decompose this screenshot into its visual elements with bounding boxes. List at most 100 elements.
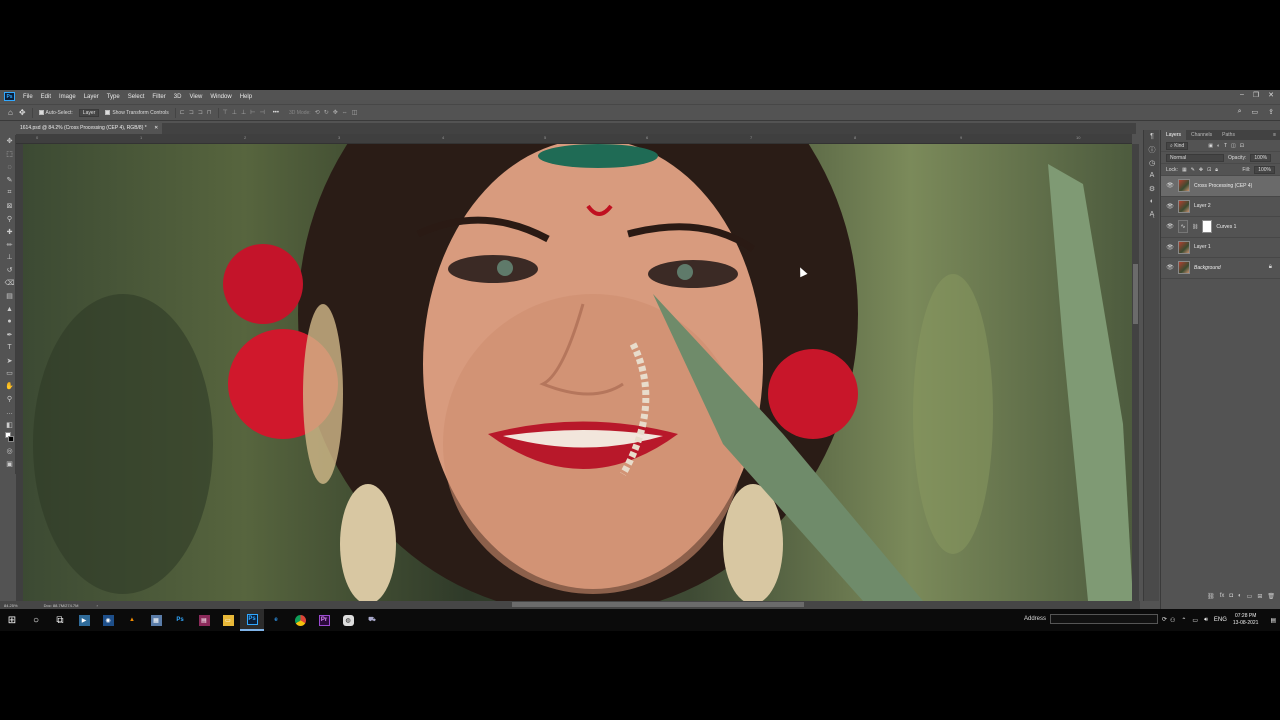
lock-artboard-icon[interactable]: ⊡ <box>1207 167 1211 173</box>
restore-button[interactable]: ❐ <box>1253 91 1259 99</box>
people-icon[interactable]: ⚇ <box>1170 617 1175 624</box>
align-right-icon[interactable]: ⊐ <box>198 109 203 116</box>
type-tool-icon[interactable]: T <box>3 341 16 354</box>
3d-scale-icon[interactable]: ◫ <box>352 109 358 116</box>
taskbar-camera-icon[interactable]: ◉ <box>96 609 120 631</box>
filter-adjustment-icon[interactable]: ◐ <box>1217 143 1220 149</box>
new-adjustment-icon[interactable]: ◐ <box>1238 593 1242 599</box>
eraser-tool-icon[interactable]: ⌫ <box>3 277 16 290</box>
chrome-icon[interactable] <box>288 609 312 631</box>
lock-transparent-icon[interactable]: ▦ <box>1182 167 1187 173</box>
winrar-icon[interactable]: ▤ <box>192 609 216 631</box>
filter-pixel-icon[interactable]: ▣ <box>1208 143 1213 149</box>
character-panel-icon[interactable]: A <box>1144 169 1160 182</box>
menu-help[interactable]: Help <box>236 94 256 100</box>
filter-shape-icon[interactable]: ◫ <box>1231 143 1236 149</box>
visibility-eye-icon[interactable]: 👁︎ <box>1166 203 1174 210</box>
search-icon[interactable]: ○ <box>24 609 48 631</box>
distribute-bottom-icon[interactable]: ⊥ <box>241 109 246 116</box>
document-canvas[interactable] <box>23 144 1132 601</box>
menu-window[interactable]: Window <box>206 94 235 100</box>
align-top-icon[interactable]: ⊓ <box>207 109 212 116</box>
edge-icon[interactable]: e <box>264 609 288 631</box>
more-tools-icon[interactable]: … <box>3 406 16 419</box>
show-hidden-icons-icon[interactable]: ⌃ <box>1181 617 1186 624</box>
layer-row[interactable]: 👁︎ Cross Processing (CEP 4) <box>1161 176 1280 197</box>
lasso-tool-icon[interactable]: ◌ <box>3 161 16 174</box>
color-swatches-icon[interactable] <box>3 431 16 444</box>
rectangle-tool-icon[interactable]: ▭ <box>3 367 16 380</box>
lock-position-icon[interactable]: ✥ <box>1199 167 1203 173</box>
link-layers-icon[interactable]: ⛓︎ <box>1207 593 1215 600</box>
filter-type-icon[interactable]: T <box>1224 143 1227 149</box>
properties-panel-icon[interactable]: ⚙ <box>1144 182 1160 195</box>
menu-select[interactable]: Select <box>124 94 149 100</box>
menu-file[interactable]: File <box>19 94 37 100</box>
align-left-icon[interactable]: ⊏ <box>180 109 185 116</box>
premiere-icon[interactable]: Pr <box>312 609 336 631</box>
history-panel-icon[interactable]: ◷ <box>1144 156 1160 169</box>
path-select-tool-icon[interactable]: ➤ <box>3 354 16 367</box>
tab-paths[interactable]: Paths <box>1217 130 1240 140</box>
screen-mode-icon[interactable]: ▣ <box>3 457 16 470</box>
distribute-top-icon[interactable]: ⊤ <box>223 109 228 116</box>
more-options-icon[interactable]: ••• <box>273 110 279 116</box>
status-arrow-icon[interactable]: › <box>96 603 97 608</box>
menu-edit[interactable]: Edit <box>37 94 55 100</box>
gradient-tool-icon[interactable]: ▤ <box>3 290 16 303</box>
quick-mask-icon[interactable]: ◎ <box>3 444 16 457</box>
chain-link-icon[interactable]: ⛓︎ <box>1192 224 1198 230</box>
brush-tool-icon[interactable]: ✏ <box>3 238 16 251</box>
menu-layer[interactable]: Layer <box>80 94 103 100</box>
start-button[interactable]: ⊞ <box>0 609 24 631</box>
distribute-left-icon[interactable]: ⊢ <box>250 109 255 116</box>
quick-select-tool-icon[interactable]: ✎ <box>3 174 16 187</box>
home-icon[interactable]: ⌂ <box>8 108 13 117</box>
fill-field[interactable]: 100% <box>1254 165 1275 174</box>
address-input[interactable] <box>1050 614 1159 624</box>
auto-select-checkbox[interactable]: Auto-Select: <box>38 110 73 116</box>
tab-layers[interactable]: Layers <box>1161 130 1187 140</box>
opacity-field[interactable]: 100% <box>1250 153 1272 162</box>
layer-style-icon[interactable]: fx <box>1220 593 1225 599</box>
share-icon[interactable]: ⇪ <box>1268 108 1274 116</box>
clock[interactable]: 07:28 PM 13-08-2021 <box>1233 613 1259 627</box>
vertical-scrollbar[interactable] <box>1132 144 1139 601</box>
clone-stamp-tool-icon[interactable]: ⊥ <box>3 251 16 264</box>
move-tool-icon[interactable]: ✥ <box>3 135 16 148</box>
glyphs-panel-icon[interactable]: Ą <box>1144 208 1160 221</box>
new-layer-icon[interactable]: ⊞ <box>1257 593 1262 600</box>
blur-tool-icon[interactable]: ▲ <box>3 303 16 316</box>
tab-channels[interactable]: Channels <box>1186 130 1217 140</box>
hand-tool-icon[interactable]: ✋ <box>3 380 16 393</box>
visibility-eye-icon[interactable]: 👁︎ <box>1166 264 1174 271</box>
delete-layer-icon[interactable]: 🗑︎ <box>1267 593 1275 600</box>
taskbar-app-3-icon[interactable]: ⛟ <box>360 609 384 631</box>
move-tool-preset-icon[interactable]: ✥ <box>19 108 26 117</box>
document-tab[interactable]: 1614.psd @ 84.2% (Cross Processing (CEP … <box>16 123 163 134</box>
workspace-icon[interactable]: ▭ <box>1252 108 1259 116</box>
menu-view[interactable]: View <box>185 94 206 100</box>
volume-icon[interactable]: 🔊︎ <box>1204 617 1208 624</box>
menu-3d[interactable]: 3D <box>170 94 186 100</box>
zoom-level[interactable]: 84.25% <box>4 603 18 608</box>
language-indicator[interactable]: ENG <box>1214 617 1227 623</box>
distribute-right-icon[interactable]: ⊣ <box>259 109 264 116</box>
menu-image[interactable]: Image <box>55 94 80 100</box>
show-transform-checkbox[interactable]: Show Transform Controls <box>105 110 169 116</box>
default-colors-icon[interactable]: ◧ <box>3 419 16 432</box>
3d-slide-icon[interactable]: ⇔ <box>342 110 348 116</box>
visibility-eye-icon[interactable]: 👁︎ <box>1166 223 1174 230</box>
align-center-icon[interactable]: ⊐ <box>189 109 194 116</box>
paragraph-panel-icon[interactable]: ¶ <box>1144 130 1160 143</box>
3d-pan-icon[interactable]: ✥ <box>333 109 338 116</box>
distribute-middle-icon[interactable]: ⊥ <box>232 109 237 116</box>
filter-smart-object-icon[interactable]: ⊡ <box>1240 143 1244 149</box>
panel-menu-icon[interactable]: ≡ <box>1273 132 1276 138</box>
add-mask-icon[interactable]: ◘ <box>1229 593 1233 599</box>
scroll-thumb[interactable] <box>1133 264 1138 324</box>
layer-row[interactable]: 👁︎ ∿ ⛓︎ Curves 1 <box>1161 217 1280 238</box>
info-panel-icon[interactable]: ⓘ <box>1144 143 1160 156</box>
history-brush-tool-icon[interactable]: ↺ <box>3 264 16 277</box>
3d-roll-icon[interactable]: ↻ <box>324 109 329 116</box>
